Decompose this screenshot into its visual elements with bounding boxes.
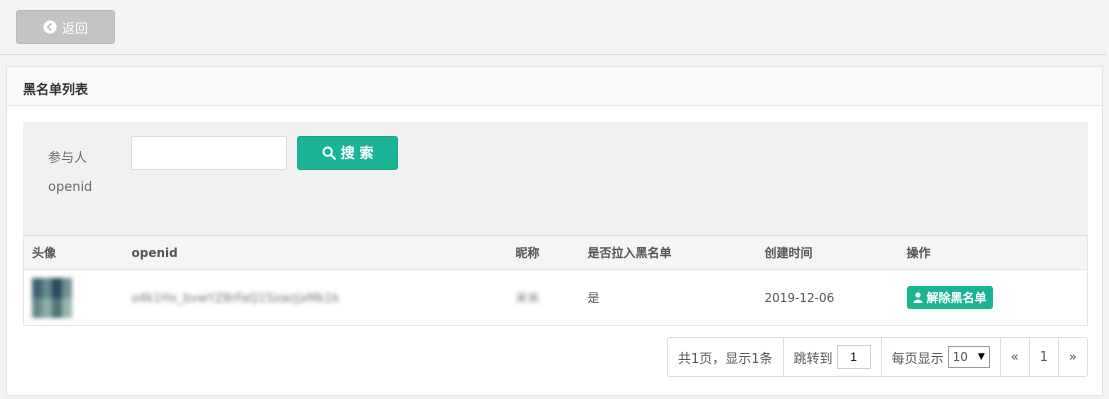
back-button[interactable]: 返回 xyxy=(16,10,115,44)
page-size-select[interactable]: 10 ▼ xyxy=(947,346,990,368)
cell-avatar xyxy=(23,269,124,326)
page-size-label: 每页显示 xyxy=(891,351,944,367)
unblock-button[interactable]: 解除黑名单 xyxy=(906,286,993,309)
search-icon xyxy=(322,146,336,160)
page-number-1[interactable]: 1 xyxy=(1030,338,1060,376)
jump-label: 跳转到 xyxy=(793,351,833,367)
user-icon xyxy=(913,292,922,303)
col-header-avatar: 头像 xyxy=(23,235,124,270)
back-button-label: 返回 xyxy=(61,21,88,37)
blacklist-panel: 黑名单列表 参与人 openid 搜 索 头像 openid 昵称 是否拉入黑名… xyxy=(6,66,1103,396)
search-label: 参与人 xyxy=(48,151,88,166)
blacklist-table: 头像 openid 昵称 是否拉入黑名单 创建时间 操作 o4k1Hx_bvwY… xyxy=(23,235,1088,326)
unblock-button-label: 解除黑名单 xyxy=(926,291,987,305)
cell-openid: o4k1Hx_bvwYZ8rFaQ1SxwzjxMk1k xyxy=(123,269,508,326)
arrow-left-circle-icon xyxy=(43,20,57,34)
top-toolbar: 返回 xyxy=(0,0,1106,55)
next-page-button[interactable]: » xyxy=(1059,338,1087,376)
search-area: 参与人 openid 搜 索 xyxy=(23,122,1088,236)
nickname-value: 米米 xyxy=(515,291,540,305)
pagination-summary: 共1页，显示1条 xyxy=(668,338,784,376)
page-size-value: 10 xyxy=(952,350,968,364)
table-row: o4k1Hx_bvwYZ8rFaQ1SxwzjxMk1k 米米 是 2019-1… xyxy=(23,269,1088,326)
pagination-page-size: 每页显示 10 ▼ xyxy=(882,338,1001,376)
cell-action: 解除黑名单 xyxy=(898,269,1088,326)
cell-nickname: 米米 xyxy=(507,269,580,326)
panel-title: 黑名单列表 xyxy=(7,67,1102,106)
dropdown-arrow-icon: ▼ xyxy=(977,352,985,362)
search-label-openid: openid xyxy=(48,180,93,195)
cell-created: 2019-12-06 xyxy=(756,269,899,326)
col-header-nickname: 昵称 xyxy=(507,235,580,270)
openid-value: o4k1Hx_bvwYZ8rFaQ1SxwzjxMk1k xyxy=(131,290,340,305)
search-input[interactable] xyxy=(131,136,287,170)
search-button[interactable]: 搜 索 xyxy=(297,136,398,170)
table-header-row: 头像 openid 昵称 是否拉入黑名单 创建时间 操作 xyxy=(23,235,1088,270)
search-button-label: 搜 索 xyxy=(340,146,374,162)
col-header-created: 创建时间 xyxy=(756,235,899,270)
avatar xyxy=(32,277,72,318)
cell-blacklisted: 是 xyxy=(579,269,757,326)
jump-page-input[interactable] xyxy=(836,345,871,369)
pagination: 共1页，显示1条 跳转到 每页显示 10 ▼ « 1 » xyxy=(667,337,1088,377)
col-header-openid: openid xyxy=(123,235,508,270)
col-header-blacklisted: 是否拉入黑名单 xyxy=(579,235,757,270)
col-header-action: 操作 xyxy=(898,235,1088,270)
prev-page-button[interactable]: « xyxy=(1001,338,1030,376)
pagination-jump: 跳转到 xyxy=(784,338,882,376)
